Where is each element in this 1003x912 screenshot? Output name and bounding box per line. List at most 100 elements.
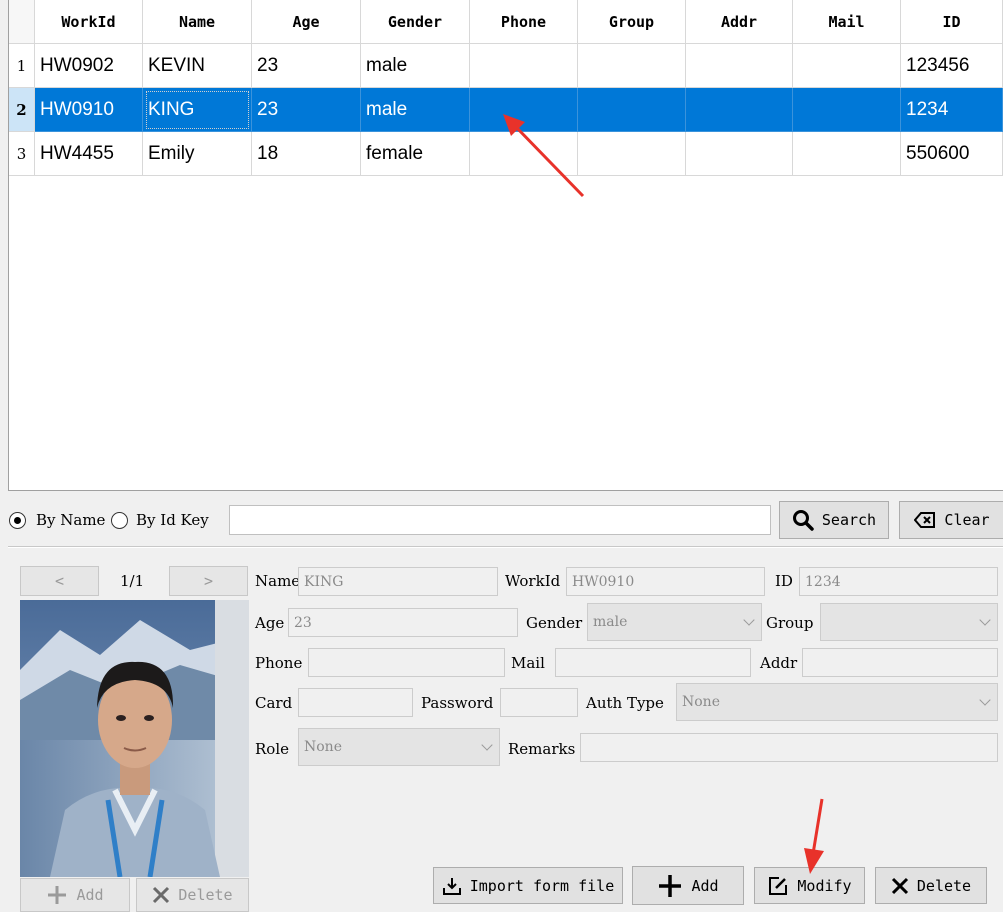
table-cell-id[interactable]: 550600 xyxy=(901,132,1003,176)
authtype-label: Auth Type xyxy=(586,694,664,712)
id-label: ID xyxy=(775,572,793,590)
column-header-gender[interactable]: Gender xyxy=(361,0,470,44)
table-cell-phone[interactable] xyxy=(470,44,578,88)
delete-user-label: Delete xyxy=(916,876,972,895)
table-cell-group[interactable] xyxy=(578,132,686,176)
table-cell-mail[interactable] xyxy=(793,44,901,88)
table-cell-id[interactable]: 1234 xyxy=(901,88,1003,132)
gender-select[interactable]: male xyxy=(587,603,762,641)
column-header-age[interactable]: Age xyxy=(252,0,361,44)
table-cell-gender[interactable]: male xyxy=(361,88,470,132)
table-cell-name[interactable]: Emily xyxy=(143,132,252,176)
row-header[interactable]: 2 xyxy=(9,88,35,132)
gender-value: male xyxy=(593,614,628,630)
authtype-value: None xyxy=(682,694,720,710)
x-icon xyxy=(891,877,908,894)
search-button[interactable]: Search xyxy=(779,501,889,539)
delete-user-button[interactable]: Delete xyxy=(875,867,987,904)
card-label: Card xyxy=(255,694,293,712)
photo-delete-label: Delete xyxy=(178,886,233,904)
gender-label: Gender xyxy=(526,614,583,632)
modify-user-label: Modify xyxy=(797,876,852,895)
plus-icon xyxy=(48,886,67,904)
table-cell-id[interactable]: 123456 xyxy=(901,44,1003,88)
table-cell-name[interactable]: KEVIN xyxy=(143,44,252,88)
table-cell-age[interactable]: 23 xyxy=(252,44,361,88)
import-form-file-label: Import form file xyxy=(469,876,615,895)
search-icon xyxy=(792,510,814,531)
user-table: WorkId Name Age Gender Phone Group Addr Mail ID … xyxy=(8,0,1003,491)
addr-label: Addr xyxy=(760,654,798,672)
backspace-icon xyxy=(914,512,936,528)
chevron-down-icon xyxy=(979,614,991,626)
workid-label: WorkId xyxy=(505,572,561,590)
table-cell-addr[interactable] xyxy=(686,132,793,176)
row-header[interactable]: 1 xyxy=(9,44,35,88)
column-header-id[interactable]: ID xyxy=(901,0,1003,44)
column-header-phone[interactable]: Phone xyxy=(470,0,578,44)
password-label: Password xyxy=(421,694,494,712)
column-header-workid[interactable]: WorkId xyxy=(35,0,143,44)
add-user-button[interactable]: Add xyxy=(632,866,744,905)
addr-field[interactable] xyxy=(802,648,998,677)
name-field[interactable]: KING xyxy=(298,567,498,596)
next-page-button[interactable]: > xyxy=(169,566,248,596)
column-header-group[interactable]: Group xyxy=(578,0,686,44)
table-cell-mail[interactable] xyxy=(793,88,901,132)
import-form-file-button[interactable]: Import form file xyxy=(433,867,623,904)
table-cell-workid[interactable]: HW0902 xyxy=(35,44,143,88)
table-cell-workid[interactable]: HW0910 xyxy=(35,88,143,132)
table-cell-group[interactable] xyxy=(578,88,686,132)
table-cell-age[interactable]: 18 xyxy=(252,132,361,176)
table-cell-age[interactable]: 23 xyxy=(252,88,361,132)
authtype-select[interactable]: None xyxy=(676,683,998,721)
chevron-right-icon: > xyxy=(203,572,214,590)
row-header[interactable]: 3 xyxy=(9,132,35,176)
table-cell-mail[interactable] xyxy=(793,132,901,176)
workid-field[interactable]: HW0910 xyxy=(566,567,765,596)
card-field[interactable] xyxy=(298,688,413,717)
id-field[interactable]: 1234 xyxy=(799,567,998,596)
table-corner xyxy=(9,0,35,44)
user-photo xyxy=(20,600,249,877)
age-field[interactable]: 23 xyxy=(288,608,518,637)
mail-label: Mail xyxy=(511,654,545,672)
group-select[interactable] xyxy=(820,603,998,641)
clear-button-label: Clear xyxy=(944,511,990,529)
photo-delete-button[interactable]: Delete xyxy=(136,878,249,912)
table-cell-phone[interactable] xyxy=(470,88,578,132)
column-header-mail[interactable]: Mail xyxy=(793,0,901,44)
table-cell-phone[interactable] xyxy=(470,132,578,176)
role-value: None xyxy=(304,739,342,755)
table-cell-group[interactable] xyxy=(578,44,686,88)
radio-by-name[interactable] xyxy=(9,512,26,529)
radio-by-name-label: By Name xyxy=(36,511,106,529)
chevron-down-icon xyxy=(481,739,493,751)
search-button-label: Search xyxy=(821,511,877,529)
table-cell-addr[interactable] xyxy=(686,44,793,88)
remarks-label: Remarks xyxy=(508,740,576,758)
column-header-name[interactable]: Name xyxy=(143,0,252,44)
phone-field[interactable] xyxy=(308,648,505,677)
table-cell-addr[interactable] xyxy=(686,88,793,132)
edit-icon xyxy=(769,876,788,895)
search-input[interactable] xyxy=(229,505,771,535)
table-cell-gender[interactable]: male xyxy=(361,44,470,88)
modify-user-button[interactable]: Modify xyxy=(754,867,865,904)
mail-field[interactable] xyxy=(555,648,751,677)
age-label: Age xyxy=(255,614,285,632)
photo-add-button[interactable]: Add xyxy=(20,878,130,912)
clear-button[interactable]: Clear xyxy=(899,501,1003,539)
download-icon xyxy=(442,877,461,895)
table-cell-workid[interactable]: HW4455 xyxy=(35,132,143,176)
column-header-addr[interactable]: Addr xyxy=(686,0,793,44)
table-cell-gender[interactable]: female xyxy=(361,132,470,176)
role-select[interactable]: None xyxy=(298,728,500,766)
chevron-down-icon xyxy=(743,614,755,626)
name-label: Name xyxy=(255,572,301,590)
password-field[interactable] xyxy=(500,688,578,717)
prev-page-button[interactable]: < xyxy=(20,566,99,596)
table-cell-name[interactable]: KING xyxy=(143,88,252,132)
radio-by-id-key[interactable] xyxy=(111,512,128,529)
remarks-field[interactable] xyxy=(580,733,998,762)
